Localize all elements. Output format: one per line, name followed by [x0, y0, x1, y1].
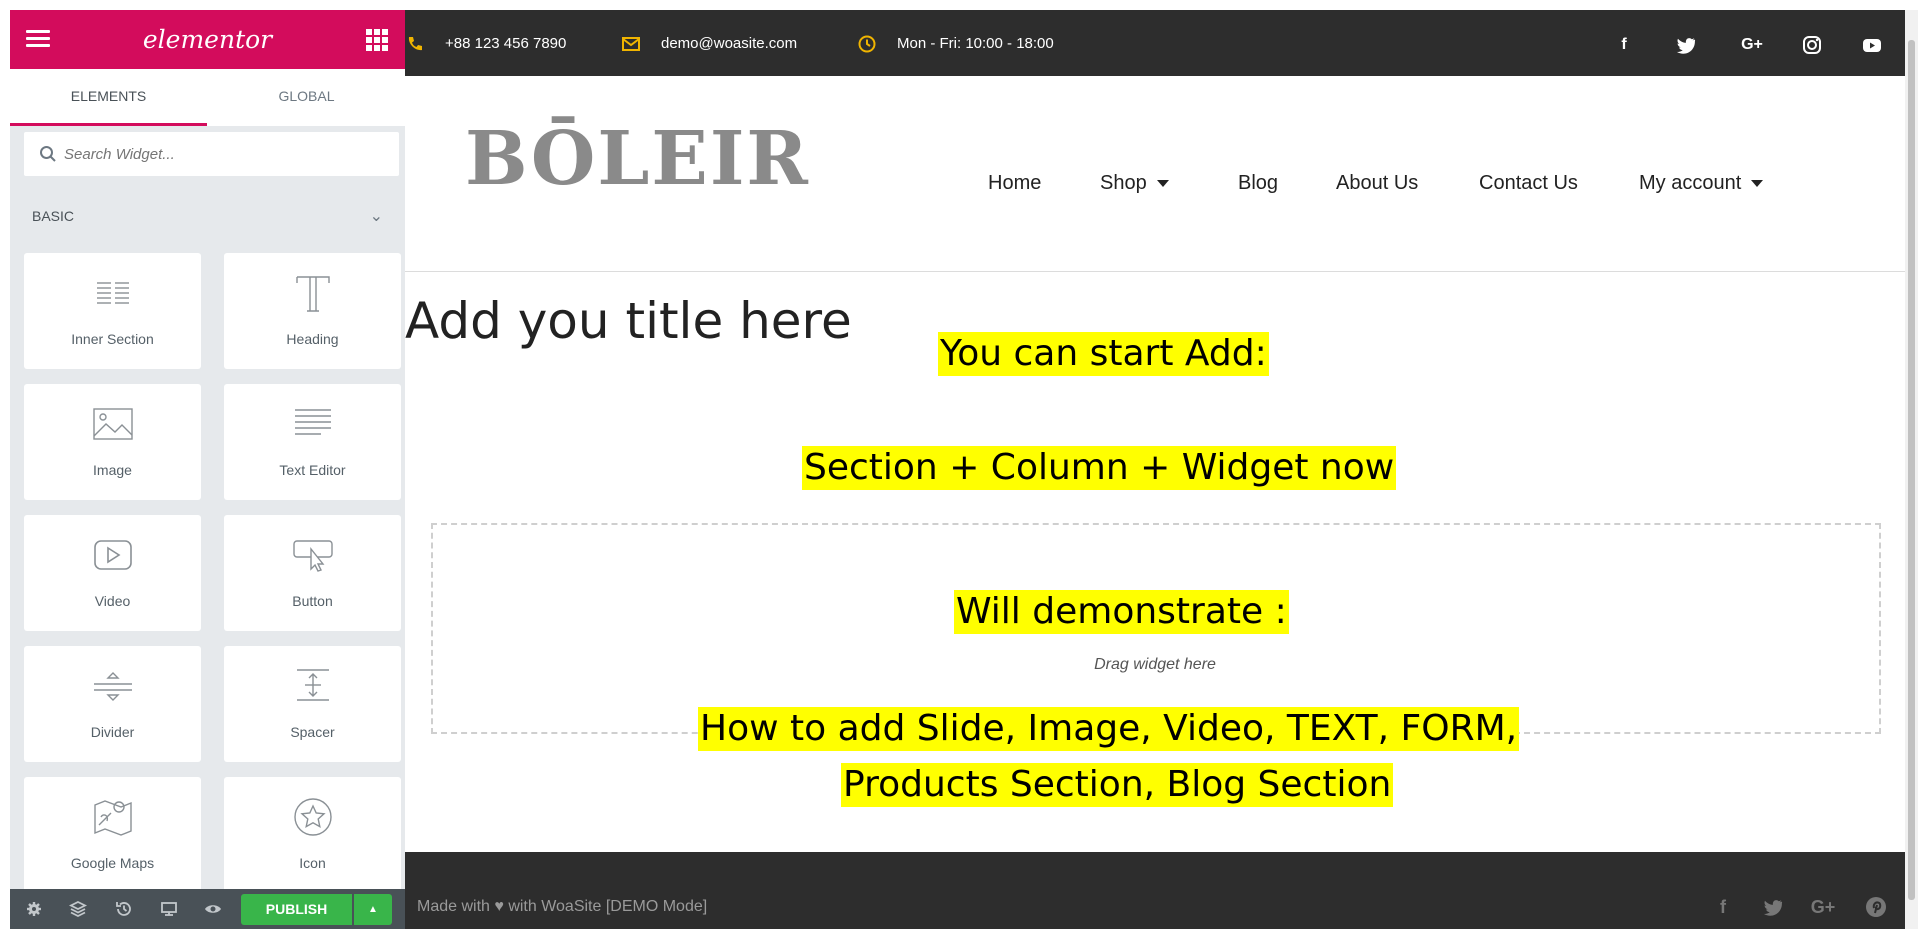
nav-shop[interactable]: Shop [1100, 172, 1169, 195]
category-basic-header[interactable]: BASIC ⌄ [10, 200, 405, 230]
panel-tabs: ELEMENTS GLOBAL [10, 69, 405, 126]
widget-search-box [24, 132, 399, 176]
annotation-section-column-widget: Section + Column + Widget now [802, 446, 1397, 490]
footer-credit: Made with ♥ with WoaSite [DEMO Mode] [417, 898, 708, 915]
elementor-panel: elementor ELEMENTS GLOBAL BASIC ⌄ Inner … [10, 10, 405, 929]
widget-image[interactable]: Image [24, 384, 201, 500]
widget-search-input[interactable] [64, 140, 384, 168]
tab-global[interactable]: GLOBAL [208, 69, 405, 126]
publish-options-caret-icon[interactable]: ▲ [354, 894, 392, 925]
elementor-logo: elementor [142, 25, 273, 54]
page-title[interactable]: Add you title here [405, 292, 852, 350]
google-maps-icon [93, 800, 132, 836]
chevron-down-icon: ⌄ [369, 208, 383, 225]
panel-footer: PUBLISH ▲ [10, 889, 405, 929]
widget-spacer[interactable]: Spacer [224, 646, 401, 762]
facebook-icon[interactable]: f [1613, 34, 1635, 56]
widget-google-maps[interactable]: Google Maps [24, 777, 201, 889]
envelope-icon [622, 37, 640, 51]
site-topbar: +88 123 456 7890 demo@woasite.com Mon - … [405, 10, 1905, 76]
topbar-email[interactable]: demo@woasite.com [621, 34, 841, 54]
widget-label: Divider [90, 724, 135, 740]
hamburger-menu-icon[interactable] [26, 30, 50, 48]
responsive-icon[interactable] [159, 899, 179, 919]
facebook-icon[interactable]: f [1712, 896, 1734, 918]
nav-blog[interactable]: Blog [1238, 172, 1278, 195]
spacer-icon [296, 669, 329, 701]
widget-label: Text Editor [279, 462, 346, 478]
top-strip [0, 0, 1918, 10]
topbar-hours: Mon - Fri: 10:00 - 18:00 [857, 34, 1117, 54]
widget-label: Image [93, 462, 132, 478]
widget-label: Icon [299, 855, 326, 871]
widget-grid: Inner Section Heading Image Text Editor … [24, 253, 401, 889]
panel-header: elementor [10, 10, 405, 69]
topbar-phone: +88 123 456 7890 [405, 34, 605, 54]
site-header: BŌLEIR Home Shop Blog About Us Contact U… [405, 76, 1905, 272]
navigator-icon[interactable] [68, 899, 88, 919]
image-icon [92, 408, 133, 440]
google-plus-icon[interactable]: G+ [1737, 34, 1767, 56]
heading-icon [295, 276, 330, 312]
site-logo[interactable]: BŌLEIR [465, 116, 810, 202]
widget-icon[interactable]: Icon [224, 777, 401, 889]
preview-eye-icon[interactable] [203, 899, 223, 919]
scrollbar-thumb[interactable] [1908, 40, 1915, 900]
widget-label: Spacer [290, 724, 335, 740]
widget-video[interactable]: Video [24, 515, 201, 631]
annotation-products-blog: Products Section, Blog Section [841, 763, 1394, 807]
caret-down-icon [1751, 180, 1764, 188]
widget-inner-section[interactable]: Inner Section [24, 253, 201, 369]
phone-icon [408, 37, 422, 51]
site-footer: Made with ♥ with WoaSite [DEMO Mode] f G… [405, 852, 1905, 929]
twitter-icon[interactable] [1675, 34, 1697, 56]
search-icon [40, 146, 56, 162]
page-preview: +88 123 456 7890 demo@woasite.com Mon - … [405, 10, 1905, 929]
vertical-scrollbar[interactable] [1905, 10, 1918, 929]
annotation-start-add: You can start Add: [938, 332, 1269, 376]
text-editor-icon [294, 409, 331, 435]
nav-home[interactable]: Home [988, 172, 1041, 195]
widgets-grid-icon[interactable] [366, 29, 388, 51]
category-label: BASIC [32, 208, 75, 224]
caret-down-icon [1156, 180, 1169, 188]
history-icon[interactable] [114, 899, 134, 919]
google-plus-icon[interactable]: G+ [1808, 896, 1838, 918]
settings-icon[interactable] [24, 899, 44, 919]
widget-label: Heading [286, 331, 339, 347]
star-icon [293, 798, 332, 836]
drop-zone-label: Drag widget here [1094, 656, 1216, 673]
widget-text-editor[interactable]: Text Editor [224, 384, 401, 500]
annotation-how-to-add: How to add Slide, Image, Video, TEXT, FO… [698, 707, 1520, 751]
divider-icon [93, 672, 132, 701]
widget-label: Inner Section [71, 331, 154, 347]
clock-icon [858, 35, 876, 53]
button-icon [292, 540, 333, 572]
tab-elements[interactable]: ELEMENTS [10, 69, 207, 126]
nav-about-us[interactable]: About Us [1336, 172, 1418, 195]
widget-button[interactable]: Button [224, 515, 401, 631]
nav-my-account[interactable]: My account [1639, 172, 1764, 195]
widget-label: Google Maps [70, 855, 155, 871]
publish-button[interactable]: PUBLISH [241, 894, 352, 925]
widget-heading[interactable]: Heading [224, 253, 401, 369]
widget-divider[interactable]: Divider [24, 646, 201, 762]
pinterest-icon[interactable] [1865, 896, 1887, 918]
youtube-icon[interactable] [1861, 34, 1883, 56]
nav-contact-us[interactable]: Contact Us [1479, 172, 1578, 195]
inner-section-icon [96, 282, 129, 304]
widget-label: Video [94, 593, 131, 609]
widget-label: Button [292, 593, 333, 609]
instagram-icon[interactable] [1801, 34, 1823, 56]
app-window: elementor ELEMENTS GLOBAL BASIC ⌄ Inner … [0, 0, 1918, 929]
annotation-will-demonstrate: Will demonstrate : [954, 590, 1289, 634]
video-icon [93, 540, 132, 570]
twitter-icon[interactable] [1762, 896, 1784, 918]
